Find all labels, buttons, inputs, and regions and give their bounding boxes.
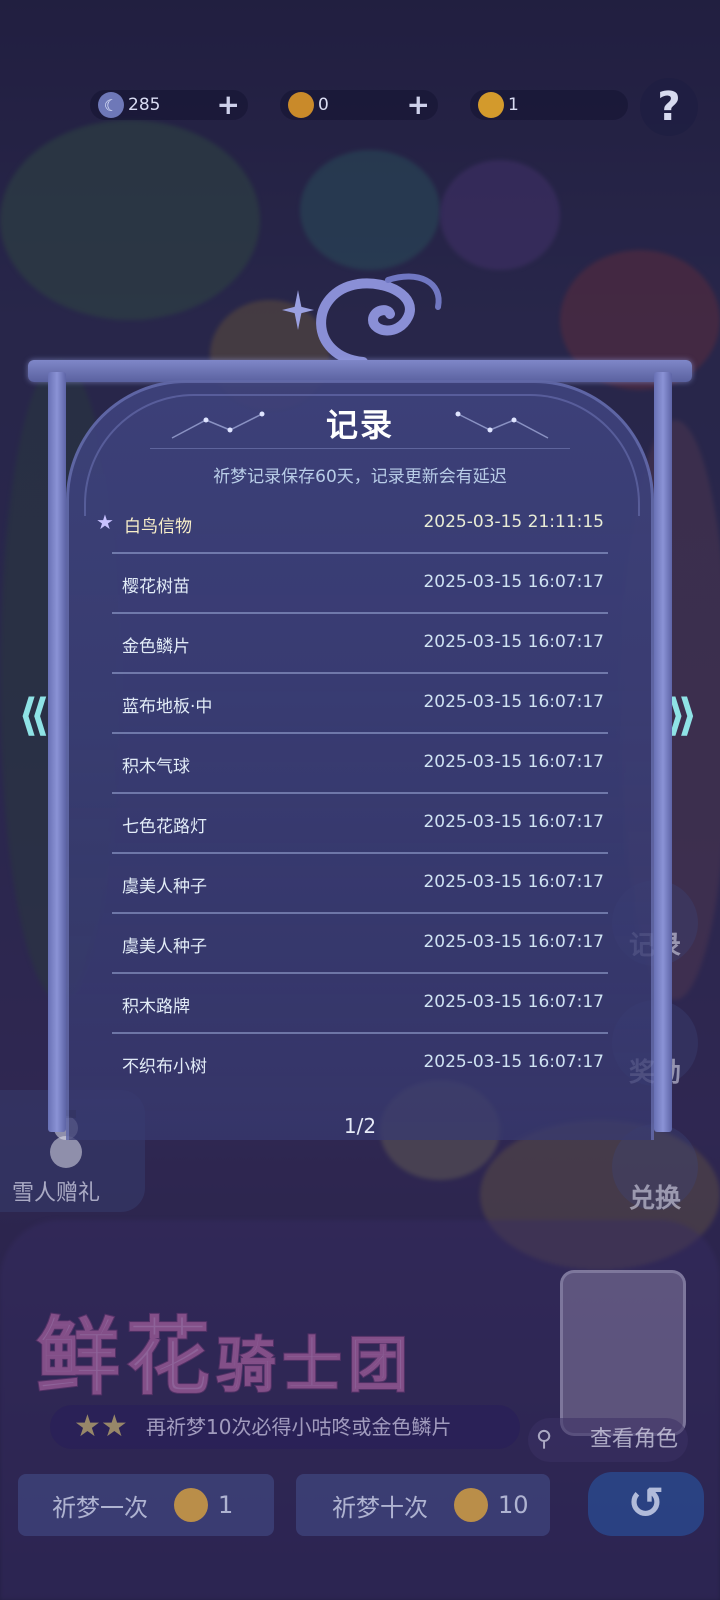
record-subtitle: 祈梦记录保存60天，记录更新会有延迟 [213, 467, 507, 487]
record-item-time: 2025-03-15 21:11:15 [423, 512, 604, 532]
record-item-name: 樱花树苗 [122, 577, 190, 597]
record-list: ★ 白鸟信物 2025-03-15 21:11:15 樱花树苗 2025-03-… [96, 494, 608, 1094]
view-character-label: 查看角色 [589, 1427, 678, 1452]
add-moon-button[interactable]: + [217, 89, 240, 121]
moon-currency: ☾ 285 + [90, 89, 248, 121]
exchange-side-label: 兑换 [628, 1184, 681, 1214]
record-item-name: 蓝布地板·中 [122, 697, 213, 717]
record-row: 蓝布地板·中 2025-03-15 16:07:17 [112, 674, 608, 734]
prev-arrow-button[interactable]: ⟪ [18, 690, 50, 741]
pray-once-label: 祈梦一次 [52, 1493, 148, 1522]
pray-once-button[interactable]: 祈梦一次 1 [18, 1474, 274, 1536]
record-item-time: 2025-03-15 16:07:17 [423, 872, 604, 892]
honey-currency: 0 + [280, 89, 438, 121]
record-item-name: 金色鳞片 [122, 637, 190, 657]
snowman-gift-label: 雪人赠礼 [12, 1181, 101, 1206]
modal-frame-top [28, 360, 692, 382]
record-item-name: 虞美人种子 [122, 877, 207, 897]
record-item-time: 2025-03-15 16:07:17 [423, 992, 604, 1012]
record-row: 金色鳞片 2025-03-15 16:07:17 [112, 614, 608, 674]
pray-ten-label: 祈梦十次 [332, 1493, 428, 1522]
moon-count: 285 [128, 95, 161, 115]
record-row: 虞美人种子 2025-03-15 16:07:17 [112, 854, 608, 914]
record-item-name: 虞美人种子 [122, 937, 207, 957]
record-row: 不织布小树 2025-03-15 16:07:17 [112, 1034, 608, 1094]
pray-ten-cost: 10 [498, 1491, 529, 1519]
record-item-name: 七色花路灯 [122, 817, 207, 837]
record-item-name: 白鸟信物 [124, 517, 192, 537]
title-divider [150, 448, 570, 449]
pray-ten-button[interactable]: 祈梦十次 10 [296, 1474, 550, 1536]
record-item-name: 积木路牌 [122, 997, 190, 1017]
page-indicator: 1/2 [343, 1114, 377, 1138]
banner-title-sub: 骑士团 [215, 1330, 415, 1402]
magnifier-icon: ⚲ [536, 1427, 553, 1452]
view-character-button[interactable]: ⚲ 查看角色 [528, 1418, 688, 1462]
help-button[interactable]: ? [640, 78, 698, 136]
record-row: ★ 白鸟信物 2025-03-15 21:11:15 [96, 494, 608, 554]
star-icon: ★ [96, 510, 114, 534]
record-item-name: 积木气球 [122, 757, 190, 777]
honey-count: 0 [318, 95, 329, 115]
moon-ornament [282, 273, 442, 367]
gold-coin-icon [478, 92, 504, 118]
star-icon: ★★ [74, 1409, 128, 1444]
record-row: 积木气球 2025-03-15 16:07:17 [112, 734, 608, 794]
record-item-time: 2025-03-15 16:07:17 [423, 632, 604, 652]
record-item-time: 2025-03-15 16:07:17 [423, 692, 604, 712]
honey-coin-icon [454, 1488, 488, 1522]
moon-icon: ☾ [98, 92, 124, 118]
back-button[interactable]: ↺ [588, 1472, 704, 1536]
honey-coin-icon [174, 1488, 208, 1522]
record-row: 积木路牌 2025-03-15 16:07:17 [112, 974, 608, 1034]
promo-banner: ★★ 再祈梦10次必得小咕咚或金色鳞片 [50, 1405, 520, 1449]
record-item-time: 2025-03-15 16:07:17 [423, 932, 604, 952]
promo-text: 再祈梦10次必得小咕咚或金色鳞片 [146, 1415, 452, 1439]
banner-title: 鲜花骑士团 [35, 1290, 415, 1411]
record-item-name: 不织布小树 [122, 1057, 207, 1077]
character-card[interactable] [560, 1270, 686, 1436]
gold-currency: 1 [470, 90, 628, 120]
record-item-time: 2025-03-15 16:07:17 [423, 812, 604, 832]
record-title: 记录 [325, 406, 394, 444]
record-row: 樱花树苗 2025-03-15 16:07:17 [112, 554, 608, 614]
pray-once-cost: 1 [218, 1491, 234, 1519]
record-item-time: 2025-03-15 16:07:17 [423, 1052, 604, 1072]
gold-count: 1 [508, 95, 519, 115]
record-item-time: 2025-03-15 16:07:17 [423, 752, 604, 772]
record-row: 七色花路灯 2025-03-15 16:07:17 [112, 794, 608, 854]
add-honey-button[interactable]: + [407, 89, 430, 121]
record-item-time: 2025-03-15 16:07:17 [423, 572, 604, 592]
record-row: 虞美人种子 2025-03-15 16:07:17 [112, 914, 608, 974]
honey-coin-icon [288, 92, 314, 118]
banner-title-main: 鲜花 [35, 1307, 217, 1407]
